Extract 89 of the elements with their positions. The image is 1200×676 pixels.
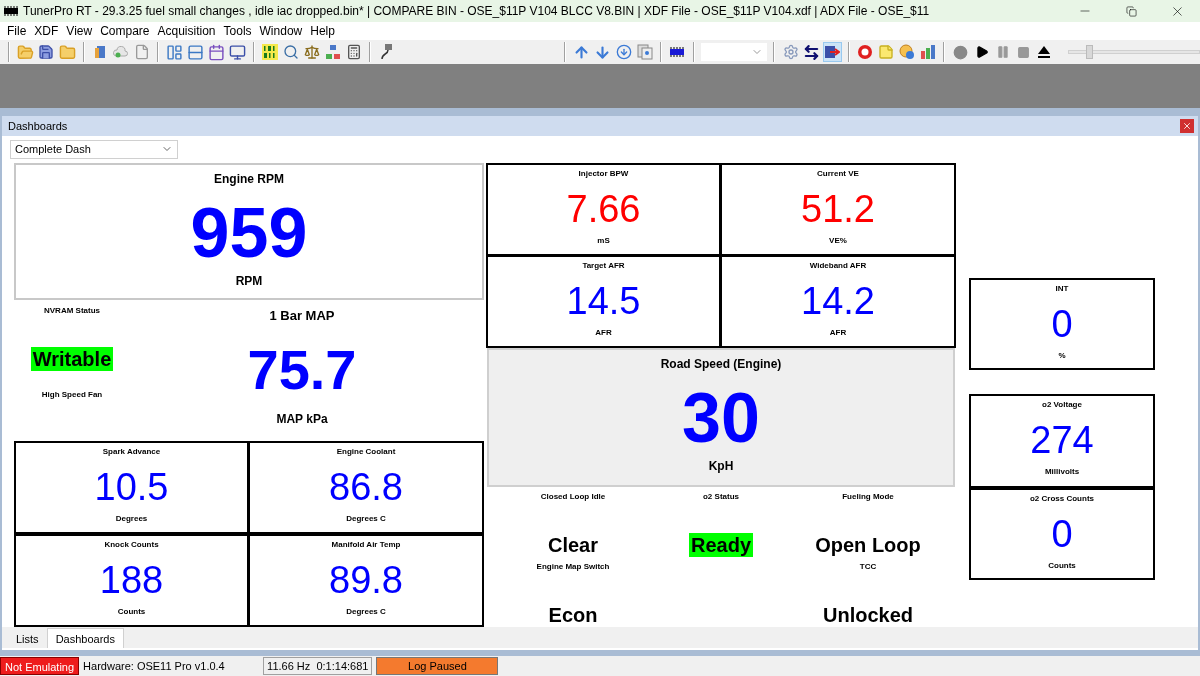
swap-icon[interactable] <box>802 42 821 62</box>
slider-thumb[interactable] <box>1086 45 1094 59</box>
status-value: Ready <box>689 533 753 557</box>
menu-item[interactable]: Compare <box>96 23 154 39</box>
status-value: Unlocked <box>822 603 914 627</box>
status-label: o2 Status <box>703 491 739 503</box>
menu-item[interactable]: Tools <box>219 23 256 39</box>
hardware-status: Hardware: OSE11 Pro v1.0.4 <box>83 658 226 674</box>
gauge-title: Injector BPW <box>578 168 629 179</box>
panel-title: Dashboards <box>8 118 68 134</box>
gauge-value: 30 <box>682 381 760 455</box>
status-label: Engine Map Switch <box>536 561 610 573</box>
gauge-title: Current VE <box>817 168 859 179</box>
emulation-status: Not Emulating <box>0 657 80 675</box>
bar-chart-icon[interactable] <box>918 42 938 62</box>
gauge-unit: AFR <box>829 328 847 338</box>
playback-slider[interactable] <box>1067 45 1200 59</box>
gauge-value: 89.8 <box>329 559 403 601</box>
gauge-unit: VE% <box>829 236 847 246</box>
gauge-title: Knock Counts <box>104 539 159 550</box>
gauge-title: Road Speed (Engine) <box>660 356 782 371</box>
menu-item[interactable]: Help <box>306 23 339 39</box>
status-value: Econ <box>547 603 599 627</box>
gauge-value: 274 <box>1030 419 1094 461</box>
gauge-value: 7.66 <box>566 188 641 230</box>
log-status: Log Paused <box>376 657 499 675</box>
status-value: Open Loop <box>814 533 922 557</box>
status-value: Writable <box>30 347 114 371</box>
close-icon <box>1182 121 1192 131</box>
status-label: TCC <box>859 561 877 573</box>
rows-icon[interactable] <box>186 42 205 62</box>
gauge-value: 14.2 <box>801 280 875 322</box>
gauge-value: 75.7 <box>247 340 357 400</box>
panel-layout-icon[interactable] <box>165 42 185 62</box>
menu-item[interactable]: Acquisition <box>153 23 220 39</box>
gauge-unit: Counts <box>1048 561 1076 571</box>
gauge-unit: mS <box>597 236 610 246</box>
menu-item[interactable]: XDF <box>30 23 63 39</box>
dashboard-dropdown[interactable]: Complete Dash <box>10 139 178 159</box>
status-label: High Speed Fan <box>41 389 103 401</box>
gauge-unit: Counts <box>117 607 146 617</box>
gauge-title: Manifold Air Temp <box>331 539 401 550</box>
monitor-icon[interactable] <box>227 42 247 62</box>
gauge-unit: AFR <box>595 328 612 338</box>
gauge-unit: Degrees C <box>346 607 386 617</box>
rate-readout: 11.66 Hz 0:1:14:681 <box>263 657 373 675</box>
gauge-unit: MAP kPa <box>276 412 328 426</box>
gauge-value: 0 <box>1051 303 1073 345</box>
gauge-unit: KpH <box>708 459 734 473</box>
gauge-unit: RPM <box>235 274 263 288</box>
binary-icon[interactable] <box>260 42 280 62</box>
menu-item[interactable]: File <box>3 23 31 39</box>
scale-icon[interactable] <box>302 42 322 62</box>
gauge-value: 14.5 <box>566 280 641 322</box>
gauge-title: INT <box>1055 283 1069 294</box>
gauge-title: Engine Coolant <box>336 446 396 457</box>
record-icon[interactable] <box>855 42 875 62</box>
gauge-unit: % <box>1058 351 1066 361</box>
calendar-info-icon[interactable] <box>207 42 226 62</box>
gauge-title: 1 Bar MAP <box>269 307 335 325</box>
save-icon[interactable] <box>36 42 56 62</box>
status-label: NVRAM Status <box>44 305 100 317</box>
gauge-unit: Degrees C <box>346 514 386 524</box>
blocks-icon[interactable] <box>323 42 343 62</box>
status-label: Closed Loop Idle <box>540 491 606 503</box>
gauge-unit: Millivolts <box>1044 467 1080 477</box>
window-title: TunerPro RT - 29.3.25 fuel small changes , idle iac dropped.bin* | COMPARE BIN - OSE_$11P V104 BLCC V8.BIN | XDF File - OSE_$11P V104.xdf | ADX File - OSE_$11 <box>23 3 930 20</box>
gauge-value: 959 <box>190 196 308 270</box>
gauge-value: 188 <box>99 559 164 601</box>
gauge-title: Engine RPM <box>214 171 284 186</box>
panel-tab[interactable]: Dashboards <box>46 628 124 648</box>
status-label: Fueling Mode <box>842 491 894 503</box>
menu-item[interactable]: View <box>62 23 97 39</box>
download-icon[interactable] <box>614 42 634 62</box>
gauge-title: o2 Cross Counts <box>1030 493 1094 504</box>
status-value: Clear <box>547 533 599 557</box>
gauge-unit: Degrees <box>115 514 148 524</box>
gauge-value: 10.5 <box>94 466 169 508</box>
restore-icon <box>1125 5 1137 17</box>
gauge-title: Target AFR <box>582 260 625 271</box>
panel-close-button[interactable] <box>1180 119 1194 133</box>
gauge-value: 0 <box>1051 513 1073 555</box>
gauge-title: Wideband AFR <box>809 260 867 271</box>
menu-item[interactable]: Window <box>255 23 307 39</box>
gauge-value: 86.8 <box>329 466 403 508</box>
gauge-title: o2 Voltage <box>1042 399 1082 410</box>
gauge-title: Spark Advance <box>102 446 161 457</box>
app-chip-icon <box>3 6 19 16</box>
gauge-value: 51.2 <box>801 188 875 230</box>
